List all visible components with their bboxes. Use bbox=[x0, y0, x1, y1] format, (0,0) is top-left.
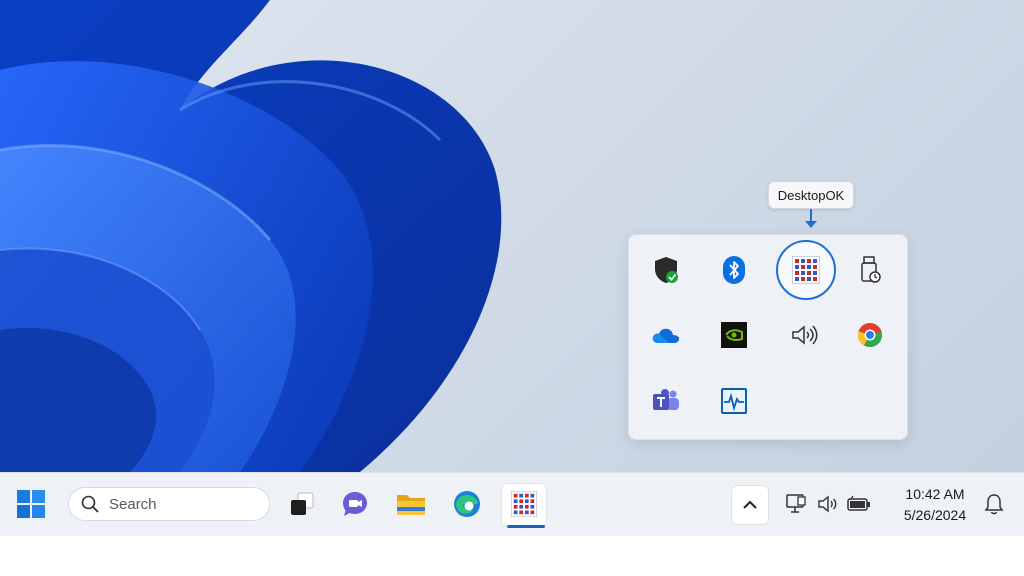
search-icon bbox=[81, 495, 99, 513]
onedrive-icon[interactable] bbox=[648, 317, 684, 353]
windows-logo-icon bbox=[17, 490, 45, 518]
desktopok-icon[interactable] bbox=[788, 252, 824, 288]
notifications-bell-icon[interactable] bbox=[982, 492, 1006, 516]
task-view-button[interactable] bbox=[286, 488, 318, 520]
clock[interactable]: 10:42 AM 5/26/2024 bbox=[894, 484, 976, 528]
file-explorer-button[interactable] bbox=[394, 488, 428, 520]
clock-time: 10:42 AM bbox=[905, 486, 965, 502]
usb-safely-remove-icon[interactable] bbox=[852, 252, 888, 288]
wallpaper-bloom bbox=[0, 0, 502, 472]
search-placeholder: Search bbox=[109, 495, 157, 513]
start-button[interactable] bbox=[14, 488, 48, 520]
clock-date: 5/26/2024 bbox=[903, 507, 967, 523]
search-box[interactable]: Search bbox=[68, 487, 270, 521]
windows-security-icon[interactable] bbox=[648, 252, 684, 288]
edge-browser-button[interactable] bbox=[450, 488, 484, 520]
chat-video-icon bbox=[343, 492, 367, 516]
chrome-icon[interactable] bbox=[852, 317, 888, 353]
battery-icon[interactable] bbox=[846, 492, 872, 516]
network-icon[interactable] bbox=[784, 492, 808, 516]
resource-monitor-icon[interactable] bbox=[716, 383, 752, 419]
desktopok-taskbar-icon bbox=[510, 490, 538, 518]
tooltip-text: DesktopOK bbox=[777, 187, 845, 203]
active-app-indicator bbox=[507, 525, 545, 528]
speaker-icon[interactable] bbox=[786, 317, 822, 353]
bluetooth-icon[interactable] bbox=[716, 252, 752, 288]
task-view-icon bbox=[291, 492, 314, 515]
chevron-up-icon bbox=[743, 500, 757, 509]
below-taskbar-area bbox=[0, 536, 1024, 576]
nvidia-icon[interactable] bbox=[716, 317, 752, 353]
folder-icon bbox=[397, 495, 425, 515]
teams-icon[interactable] bbox=[648, 383, 684, 419]
volume-icon[interactable] bbox=[816, 492, 840, 516]
show-hidden-icons-button[interactable] bbox=[731, 485, 769, 525]
desktopok-tooltip: DesktopOK bbox=[768, 181, 854, 209]
edge-icon bbox=[454, 491, 480, 517]
teams-chat-button[interactable] bbox=[338, 488, 372, 520]
down-arrow-pointer-icon bbox=[805, 209, 817, 228]
